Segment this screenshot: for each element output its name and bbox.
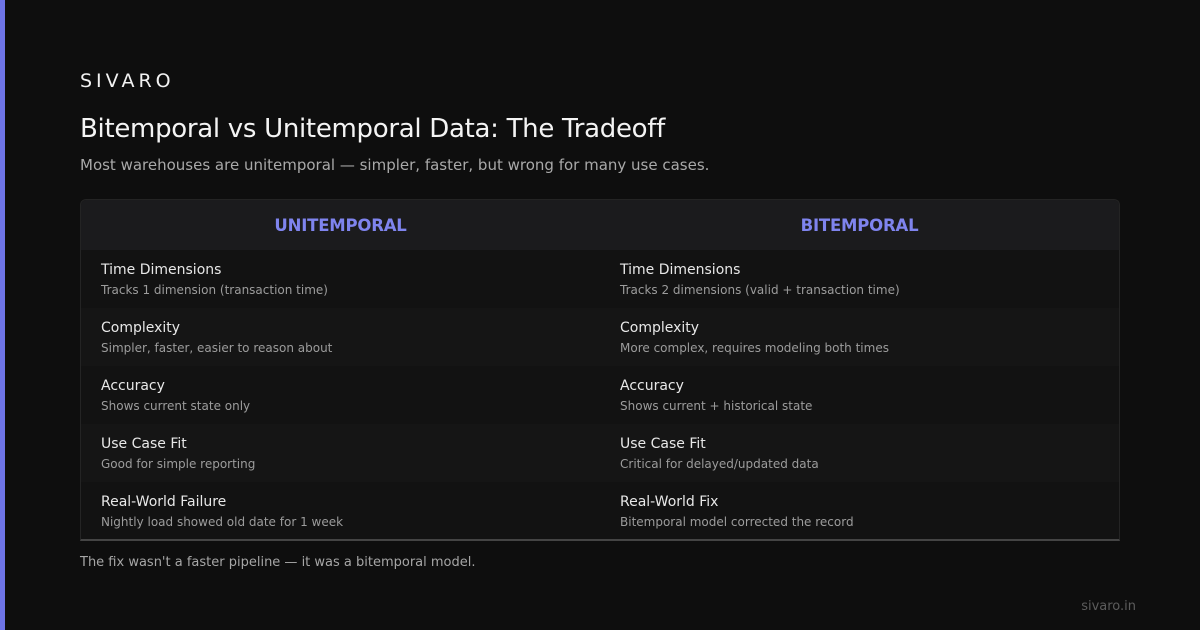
cell-label: Real-World Fix [620,494,719,510]
cell-description: Tracks 2 dimensions (valid + transaction… [620,283,900,297]
comparison-table: UNITEMPORAL BITEMPORAL Time Dimensions T… [80,199,1120,541]
table-cell-bitemporal: Complexity More complex, requires modeli… [600,308,1119,366]
accent-bar [0,0,5,630]
cell-description: Shows current state only [101,399,251,413]
column-header-bitemporal: BITEMPORAL [800,215,919,235]
table-body: Time Dimensions Tracks 1 dimension (tran… [81,250,1119,539]
table-cell-bitemporal: Real-World Fix Bitemporal model correcte… [600,482,1119,539]
cell-description: Bitemporal model corrected the record [620,515,854,529]
column-header-unitemporal: UNITEMPORAL [274,215,407,235]
table-cell-bitemporal: Time Dimensions Tracks 2 dimensions (val… [600,250,1119,308]
cell-label: Accuracy [620,378,684,394]
cell-label: Use Case Fit [620,436,706,452]
table-row: Accuracy Shows current state only Accura… [81,366,1119,424]
cell-label: Complexity [101,320,181,336]
table-cell-bitemporal: Use Case Fit Critical for delayed/update… [600,424,1119,482]
page-title: Bitemporal vs Unitemporal Data: The Trad… [80,114,665,144]
cell-label: Accuracy [101,378,165,394]
table-cell-unitemporal: Use Case Fit Good for simple reporting [81,424,600,482]
table-row: Complexity Simpler, faster, easier to re… [81,308,1119,366]
table-cell-bitemporal: Accuracy Shows current + historical stat… [600,366,1119,424]
table-row: Use Case Fit Good for simple reporting U… [81,424,1119,482]
cell-description: Good for simple reporting [101,457,256,471]
cell-description: Critical for delayed/updated data [620,457,819,471]
footnote: The fix wasn't a faster pipeline — it wa… [80,555,476,570]
table-row: Time Dimensions Tracks 1 dimension (tran… [81,250,1119,308]
brand-logo: SIVARO [80,70,175,92]
cell-label: Time Dimensions [620,262,741,278]
table-cell-unitemporal: Accuracy Shows current state only [81,366,600,424]
cell-label: Real-World Failure [101,494,227,510]
table-cell-unitemporal: Time Dimensions Tracks 1 dimension (tran… [81,250,600,308]
cell-description: More complex, requires modeling both tim… [620,341,889,355]
cell-description: Nightly load showed old date for 1 week [101,515,344,529]
site-url: sivaro.in [1081,599,1136,614]
table-row: Real-World Failure Nightly load showed o… [81,482,1119,539]
cell-description: Tracks 1 dimension (transaction time) [101,283,328,297]
page-subtitle: Most warehouses are unitemporal — simple… [80,156,710,174]
table-header: UNITEMPORAL BITEMPORAL [81,200,1119,250]
table-cell-unitemporal: Real-World Failure Nightly load showed o… [81,482,600,539]
cell-label: Complexity [620,320,700,336]
cell-label: Use Case Fit [101,436,187,452]
table-cell-unitemporal: Complexity Simpler, faster, easier to re… [81,308,600,366]
cell-label: Time Dimensions [101,262,222,278]
cell-description: Simpler, faster, easier to reason about [101,341,333,355]
cell-description: Shows current + historical state [620,399,813,413]
